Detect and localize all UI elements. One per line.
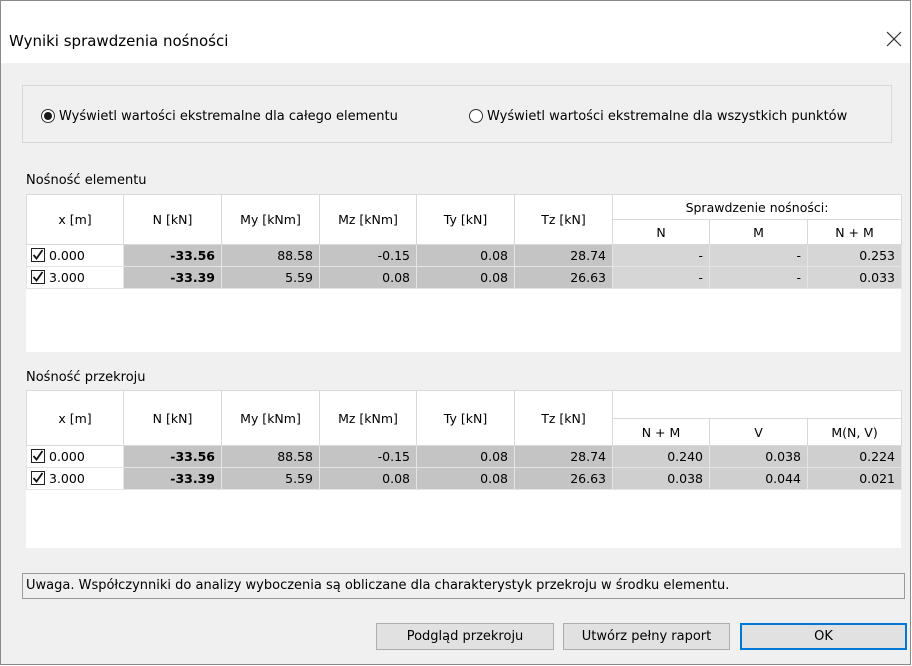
- close-icon[interactable]: [882, 27, 906, 51]
- cell-mz: -0.15: [319, 445, 417, 468]
- row-x: 3.000: [49, 471, 85, 486]
- cell-n: -33.39: [123, 266, 222, 289]
- cell-my: 5.59: [221, 266, 320, 289]
- row-x: 3.000: [49, 270, 85, 285]
- checkbox-checked-icon[interactable]: [31, 248, 45, 262]
- cell-tz: 26.63: [514, 467, 613, 490]
- element-capacity-label: Nośność elementu: [26, 173, 147, 188]
- table-row[interactable]: 3.000 -33.39 5.59 0.08 0.08 26.63 0.038 …: [26, 467, 903, 490]
- cell-tz: 28.74: [514, 244, 613, 267]
- col-mz: Mz [kNm]: [319, 194, 417, 245]
- table-row[interactable]: 0.000 -33.56 88.58 -0.15 0.08 28.74 - - …: [26, 244, 902, 267]
- col-my: My [kNm]: [221, 390, 320, 446]
- cell-check-nm: 0.038: [612, 467, 710, 490]
- col-n: N [kN]: [123, 390, 222, 446]
- radio-selected-icon: [41, 109, 55, 123]
- table-row[interactable]: 3.000 -33.39 5.59 0.08 0.08 26.63 - - 0.…: [26, 266, 902, 289]
- section-capacity-table: x [m] N [kN] My [kNm] Mz [kNm] Ty [kN] T…: [26, 390, 903, 490]
- checkbox-checked-icon[interactable]: [31, 449, 45, 463]
- col-check-n: N: [612, 219, 710, 245]
- cell-check-m: -: [709, 266, 808, 289]
- cell-mz: -0.15: [319, 244, 417, 267]
- cell-mz: 0.08: [319, 467, 417, 490]
- title-bar: Wyniki sprawdzenia nośności: [1, 1, 910, 63]
- col-x: x [m]: [26, 194, 124, 245]
- cell-n: -33.56: [123, 244, 222, 267]
- cell-check-nm: 0.253: [807, 244, 902, 267]
- radio-all-points-extremes[interactable]: Wyświetl wartości ekstremalne dla wszyst…: [469, 107, 847, 125]
- cell-check-mnv: 0.224: [806, 445, 903, 468]
- cell-check-n: -: [612, 244, 710, 267]
- cell-check-v: 0.044: [709, 467, 808, 490]
- cell-tz: 26.63: [514, 266, 613, 289]
- cell-check-nm: 0.240: [612, 445, 710, 468]
- col-check-v: V: [709, 418, 808, 446]
- window-title: Wyniki sprawdzenia nośności: [9, 32, 229, 50]
- cell-my: 88.58: [221, 445, 320, 468]
- col-tz: Tz [kN]: [514, 390, 613, 446]
- buckling-note: Uwaga. Współczynniki do analizy wyboczen…: [22, 573, 905, 599]
- radio-label: Wyświetl wartości ekstremalne dla wszyst…: [487, 108, 848, 124]
- row-x: 0.000: [49, 449, 85, 464]
- radio-empty-icon: [469, 109, 483, 123]
- full-report-button[interactable]: Utwórz pełny raport: [563, 623, 730, 650]
- cell-n: -33.39: [123, 467, 222, 490]
- table-row[interactable]: 0.000 -33.56 88.58 -0.15 0.08 28.74 0.24…: [26, 445, 903, 468]
- cell-check-mnv: 0.021: [806, 467, 903, 490]
- cell-mz: 0.08: [319, 266, 417, 289]
- col-ty: Ty [kN]: [416, 194, 515, 245]
- cell-my: 5.59: [221, 467, 320, 490]
- col-tz: Tz [kN]: [514, 194, 613, 245]
- cell-check-n: -: [612, 266, 710, 289]
- col-my: My [kNm]: [221, 194, 320, 245]
- col-x: x [m]: [26, 390, 124, 446]
- element-capacity-table: x [m] N [kN] My [kNm] Mz [kNm] Ty [kN] T…: [26, 194, 902, 289]
- col-group-check: Sprawdzenie nośności:: [612, 194, 902, 220]
- cell-ty: 0.08: [416, 467, 515, 490]
- cell-ty: 0.08: [416, 445, 515, 468]
- cell-check-nm: 0.033: [807, 266, 902, 289]
- radio-label: Wyświetl wartości ekstremalne dla całego…: [59, 108, 398, 124]
- cell-my: 88.58: [221, 244, 320, 267]
- section-preview-button[interactable]: Podgląd przekroju: [376, 623, 554, 650]
- cell-tz: 28.74: [514, 445, 613, 468]
- col-check-m: M: [709, 219, 808, 245]
- checkbox-checked-icon[interactable]: [31, 471, 45, 485]
- cell-n: -33.56: [123, 445, 222, 468]
- row-x: 0.000: [49, 248, 85, 263]
- col-check-mnv: M(N, V): [806, 418, 903, 446]
- cell-ty: 0.08: [416, 266, 515, 289]
- cell-check-m: -: [709, 244, 808, 267]
- col-check-nm: N + M: [612, 418, 710, 446]
- col-group-check: [611, 390, 903, 419]
- radio-element-extremes[interactable]: Wyświetl wartości ekstremalne dla całego…: [41, 107, 398, 125]
- col-mz: Mz [kNm]: [319, 390, 417, 446]
- col-check-nm: N + M: [807, 219, 902, 245]
- col-n: N [kN]: [123, 194, 222, 245]
- display-mode-group: Wyświetl wartości ekstremalne dla całego…: [22, 85, 892, 143]
- checkbox-checked-icon[interactable]: [31, 270, 45, 284]
- cell-ty: 0.08: [416, 244, 515, 267]
- ok-button[interactable]: OK: [740, 623, 907, 650]
- section-capacity-label: Nośność przekroju: [26, 370, 146, 385]
- cell-check-v: 0.038: [709, 445, 808, 468]
- col-ty: Ty [kN]: [416, 390, 515, 446]
